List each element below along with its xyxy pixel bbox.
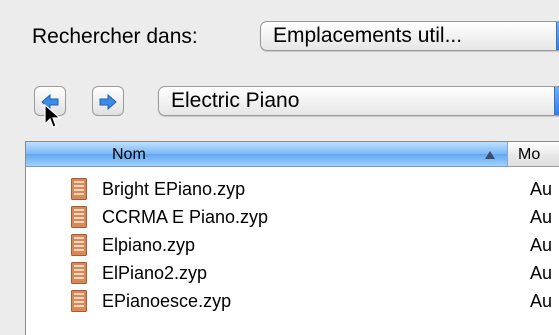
file-modified: Au xyxy=(530,291,553,311)
file-list: Nom Mo Bright EPiano.zyp Au CCRMA E Pian xyxy=(25,141,559,335)
column-header-name[interactable]: Nom xyxy=(26,142,508,167)
file-name: ElPiano2.zyp xyxy=(102,263,208,283)
file-icon xyxy=(71,178,87,200)
column-header-modified[interactable]: Mo xyxy=(508,142,559,167)
arrow-right-icon xyxy=(99,93,117,111)
list-item[interactable]: CCRMA E Piano.zyp Au xyxy=(26,203,559,231)
file-icon xyxy=(71,262,87,284)
file-name: CCRMA E Piano.zyp xyxy=(102,207,269,227)
forward-button[interactable] xyxy=(92,86,124,116)
file-modified: Au xyxy=(530,263,553,283)
file-icon xyxy=(71,290,87,312)
search-scope-value: Emplacements util... xyxy=(273,24,463,47)
file-modified: Au xyxy=(530,207,553,227)
search-in-label: Rechercher dans: xyxy=(32,25,198,48)
list-item[interactable]: EPianoesce.zyp Au xyxy=(26,287,559,315)
table-header: Nom Mo xyxy=(26,142,559,167)
list-item[interactable]: Bright EPiano.zyp Au xyxy=(26,175,559,203)
file-name: Bright EPiano.zyp xyxy=(102,179,246,199)
popup-arrows-icon xyxy=(554,87,559,115)
file-icon xyxy=(71,234,87,256)
file-modified: Au xyxy=(530,179,553,199)
file-modified: Au xyxy=(530,235,553,255)
location-popup[interactable]: Electric Piano xyxy=(158,86,559,116)
file-name: EPianoesce.zyp xyxy=(102,291,232,311)
list-item[interactable]: Elpiano.zyp Au xyxy=(26,231,559,259)
sort-ascending-icon xyxy=(485,151,495,159)
mouse-cursor-icon xyxy=(44,104,62,128)
search-scope-bar: Rechercher dans: Emplacements util... xyxy=(0,0,559,80)
list-item[interactable]: ElPiano2.zyp Au xyxy=(26,259,559,287)
location-value: Electric Piano xyxy=(171,89,300,112)
file-name: Elpiano.zyp xyxy=(102,235,196,255)
file-icon xyxy=(71,206,87,228)
search-scope-popup[interactable]: Emplacements util... xyxy=(260,21,559,51)
